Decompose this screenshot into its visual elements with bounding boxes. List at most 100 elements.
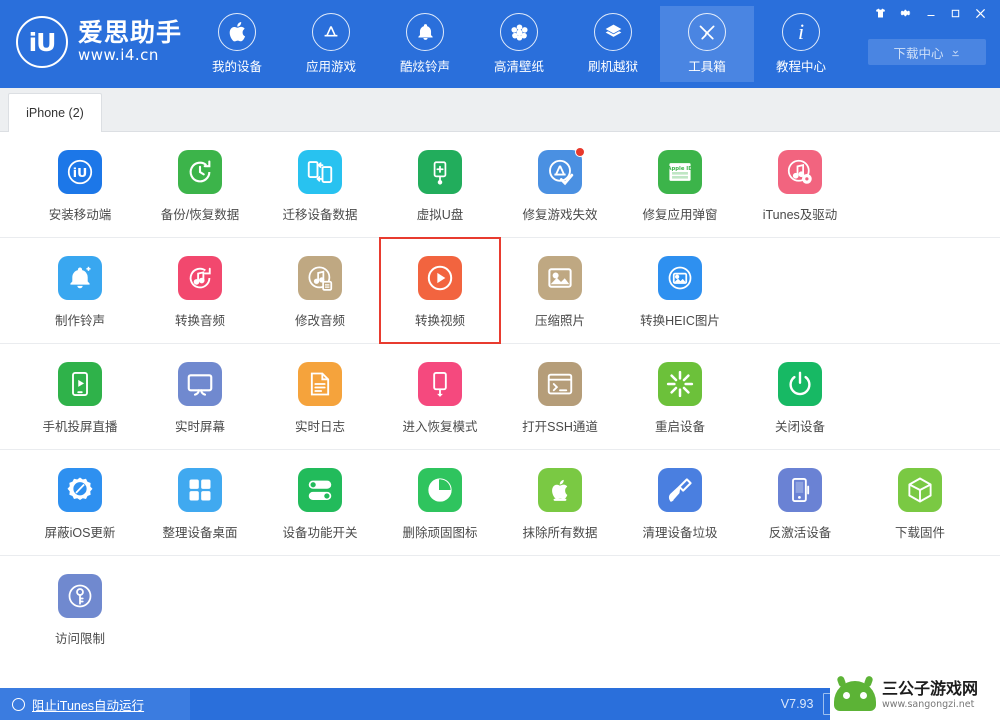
- compress-photo-icon: [538, 256, 582, 300]
- close-icon[interactable]: [969, 3, 992, 23]
- tool-make-ringtone[interactable]: 制作铃声: [20, 238, 140, 343]
- mascot-eye-right-icon: [860, 692, 867, 699]
- download-arrow-icon: [950, 46, 961, 58]
- tool-label: iTunes及驱动: [762, 208, 838, 222]
- tool-live-screen[interactable]: 实时屏幕: [140, 344, 260, 449]
- tool-fix-app-popup[interactable]: Apple ID 修复应用弹窗: [620, 132, 740, 237]
- tool-label: 抹除所有数据: [522, 526, 598, 540]
- tool-live-log[interactable]: 实时日志: [260, 344, 380, 449]
- tool-download-firmware[interactable]: 下载固件: [860, 450, 980, 555]
- fix-popup-appleid-icon: Apple ID: [658, 150, 702, 194]
- skin-icon[interactable]: [869, 3, 892, 23]
- download-center-button[interactable]: 下载中心: [868, 39, 986, 65]
- screen-cast-icon: [58, 362, 102, 406]
- tool-compress-photo[interactable]: 压缩照片: [500, 238, 620, 343]
- maximize-icon[interactable]: [944, 3, 967, 23]
- ssh-tunnel-icon: [538, 362, 582, 406]
- site-watermark: 三公子游戏网 www.sangongzi.net: [830, 672, 1000, 720]
- main-navigation: 我的设备 应用游戏 酷炫铃声 高清壁纸 刷机越狱 工具箱 i 教程中心: [190, 6, 848, 82]
- tab-iphone[interactable]: iPhone (2): [8, 93, 102, 132]
- tool-reboot-device[interactable]: 重启设备: [620, 344, 740, 449]
- tool-edit-audio[interactable]: 修改音频: [260, 238, 380, 343]
- tool-label: 备份/恢复数据: [160, 208, 240, 222]
- tool-screen-cast-live[interactable]: 手机投屏直播: [20, 344, 140, 449]
- edit-audio-icon: [298, 256, 342, 300]
- nav-item-apps-games[interactable]: 应用游戏: [284, 6, 378, 82]
- toggle-circle-icon: [12, 697, 25, 711]
- tool-itunes-driver[interactable]: iTunes及驱动: [740, 132, 860, 237]
- arrange-desktop-icon: [178, 468, 222, 512]
- tool-label: 删除顽固图标: [402, 526, 478, 540]
- usb-disk-icon: [418, 150, 462, 194]
- tool-virtual-udisk[interactable]: 虚拟U盘: [380, 132, 500, 237]
- clean-junk-icon: [658, 468, 702, 512]
- nav-label: 酷炫铃声: [399, 60, 450, 74]
- tool-fix-game-failure[interactable]: 修复游戏失效: [500, 132, 620, 237]
- block-itunes-toggle[interactable]: 阻止iTunes自动运行: [0, 688, 190, 720]
- tool-shutdown-device[interactable]: 关闭设备: [740, 344, 860, 449]
- remove-icon-icon: [418, 468, 462, 512]
- tool-row: iU 安装移动端 备份/恢复数据 迁移设备数据 虚拟U盘 修复游戏失效 Appl…: [0, 132, 1000, 238]
- feature-switch-icon: [298, 468, 342, 512]
- nav-item-wallpapers[interactable]: 高清壁纸: [472, 6, 566, 82]
- convert-video-icon: [418, 256, 462, 300]
- reboot-device-icon: [658, 362, 702, 406]
- tool-label: 修复应用弹窗: [642, 208, 718, 222]
- tool-label: 转换音频: [174, 314, 225, 328]
- tool-label: 虚拟U盘: [416, 208, 464, 222]
- tool-transfer-device-data[interactable]: 迁移设备数据: [260, 132, 380, 237]
- tool-block-ios-update[interactable]: 屏蔽iOS更新: [20, 450, 140, 555]
- tool-erase-all-data[interactable]: 抹除所有数据: [500, 450, 620, 555]
- tool-label: 清理设备垃圾: [642, 526, 718, 540]
- mascot-icon: [834, 675, 876, 711]
- i4-logo-icon: iU: [16, 16, 68, 68]
- tool-label: 转换HEIC图片: [640, 314, 720, 328]
- tool-recovery-mode[interactable]: 进入恢复模式: [380, 344, 500, 449]
- tool-backup-restore[interactable]: 备份/恢复数据: [140, 132, 260, 237]
- tool-label: 实时屏幕: [174, 420, 225, 434]
- tool-clean-device-junk[interactable]: 清理设备垃圾: [620, 450, 740, 555]
- tool-label: 反激活设备: [768, 526, 832, 540]
- window-controls: [869, 3, 992, 23]
- tool-feature-switch[interactable]: 设备功能开关: [260, 450, 380, 555]
- fix-game-icon: [538, 147, 585, 194]
- logo-text-block: 爱思助手 www.i4.cn: [78, 20, 182, 64]
- tool-label: 进入恢复模式: [402, 420, 478, 434]
- tool-label: 重启设备: [654, 420, 705, 434]
- mascot-eye-left-icon: [843, 692, 850, 699]
- tool-remove-stubborn-icon[interactable]: 删除顽固图标: [380, 450, 500, 555]
- tool-convert-video[interactable]: 转换视频: [379, 237, 501, 344]
- tool-deactivate-device[interactable]: 反激活设备: [740, 450, 860, 555]
- download-center-label: 下载中心: [893, 46, 944, 61]
- tool-label: 打开SSH通道: [522, 420, 598, 434]
- tool-access-restriction[interactable]: 访问限制: [20, 556, 140, 661]
- nav-item-tutorial-center[interactable]: i 教程中心: [754, 6, 848, 82]
- tool-row: 制作铃声 转换音频 修改音频 转换视频 压缩照片 转换HEIC图片: [0, 237, 1000, 344]
- tool-open-ssh-tunnel[interactable]: 打开SSH通道: [500, 344, 620, 449]
- access-restriction-icon: [58, 574, 102, 618]
- convert-audio-icon: [178, 256, 222, 300]
- tool-row: 屏蔽iOS更新 整理设备桌面 设备功能开关 删除顽固图标 抹除所有数据 清理设备…: [0, 450, 1000, 556]
- nav-item-my-device[interactable]: 我的设备: [190, 6, 284, 82]
- tool-label: 下载固件: [894, 526, 945, 540]
- tool-label: 手机投屏直播: [42, 420, 118, 434]
- nav-label: 刷机越狱: [587, 60, 638, 74]
- settings-gear-icon[interactable]: [894, 3, 917, 23]
- minimize-icon[interactable]: [919, 3, 942, 23]
- tool-label: 制作铃声: [54, 314, 105, 328]
- erase-all-data-icon: [538, 468, 582, 512]
- tools-icon: [688, 13, 726, 51]
- tool-convert-audio[interactable]: 转换音频: [140, 238, 260, 343]
- tool-install-mobile[interactable]: iU 安装移动端: [20, 132, 140, 237]
- deactivate-device-icon: [778, 468, 822, 512]
- nav-item-ringtones[interactable]: 酷炫铃声: [378, 6, 472, 82]
- tool-arrange-desktop[interactable]: 整理设备桌面: [140, 450, 260, 555]
- tool-convert-heic[interactable]: 转换HEIC图片: [620, 238, 740, 343]
- nav-item-toolbox[interactable]: 工具箱: [660, 6, 754, 82]
- logo-website-url: www.i4.cn: [78, 46, 159, 65]
- shutdown-device-icon: [778, 362, 822, 406]
- tool-label: 修改音频: [294, 314, 345, 328]
- nav-item-flash-jailbreak[interactable]: 刷机越狱: [566, 6, 660, 82]
- apple-icon: [218, 13, 256, 51]
- flower-icon: [500, 13, 538, 51]
